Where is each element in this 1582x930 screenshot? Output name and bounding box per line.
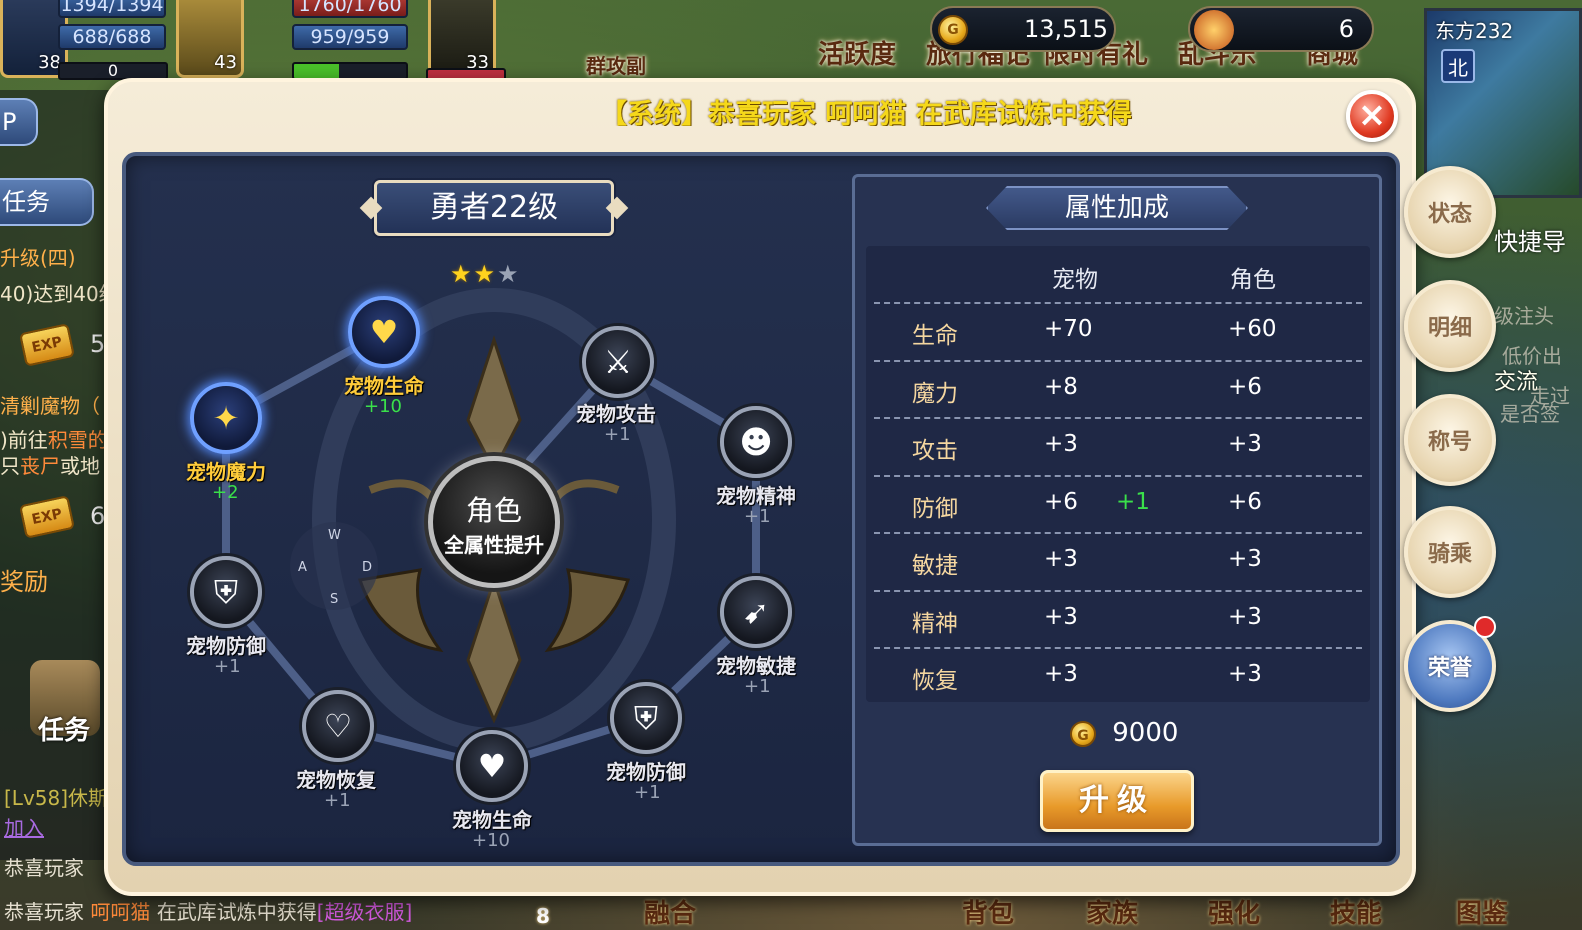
row-divider xyxy=(874,417,1362,419)
stat-role-value: +6 xyxy=(1228,374,1262,400)
stat-role-value: +60 xyxy=(1228,316,1277,342)
stat-label: 魔力 xyxy=(912,381,958,407)
node-label: 宠物防御 xyxy=(186,634,266,658)
stat-label: 敏捷 xyxy=(912,553,958,579)
center-orb-title: 角色 xyxy=(465,494,522,527)
spirit-icon: ☻ xyxy=(739,423,773,461)
center-orb-subtitle: 全属性提升 xyxy=(444,533,544,557)
joystick-s: S xyxy=(330,592,339,607)
stat-role-value: +3 xyxy=(1228,661,1262,687)
node-label: 宠物防御 xyxy=(606,760,686,784)
node-pet-defense-left[interactable]: ⛨ xyxy=(190,556,262,628)
tab-title[interactable]: 称号 xyxy=(1404,394,1496,486)
tab-label: 荣誉 xyxy=(1427,656,1472,681)
node-pet-life-top[interactable]: ♥ xyxy=(348,296,420,368)
node-pet-life-bottom[interactable]: ♥ xyxy=(456,730,528,802)
sword-icon: ⚔ xyxy=(603,343,633,381)
shield-icon: ⛨ xyxy=(633,698,658,737)
row-divider xyxy=(874,590,1362,592)
row-divider xyxy=(874,302,1362,304)
node-value: +10 xyxy=(364,396,402,417)
upgrade-cost: 9000 xyxy=(1070,718,1178,748)
stat-role-value: +3 xyxy=(1228,431,1262,457)
stat-label: 精神 xyxy=(912,611,958,637)
stat-pet-value: +3 xyxy=(1044,604,1078,630)
center-role-orb[interactable]: 角色 全属性提升 xyxy=(428,456,560,588)
stat-pet-value: +6 xyxy=(1044,489,1078,515)
node-value: +1 xyxy=(604,424,631,445)
tab-status[interactable]: 状态 xyxy=(1404,166,1496,258)
stat-pet-value: +3 xyxy=(1044,546,1078,572)
stat-pet-value: +3 xyxy=(1044,431,1078,457)
stats-col-role: 角色 xyxy=(1230,267,1276,293)
node-value: +1 xyxy=(744,506,771,527)
stat-role-value: +6 xyxy=(1228,489,1262,515)
node-label: 宠物敏捷 xyxy=(716,654,796,678)
node-pet-recovery[interactable]: ♡ xyxy=(302,690,374,762)
node-label: 宠物攻击 xyxy=(576,402,656,426)
heart-icon: ♥ xyxy=(369,313,399,351)
stat-bonus-value: +1 xyxy=(1116,489,1150,515)
gold-coin-icon xyxy=(1070,720,1096,747)
stat-label: 攻击 xyxy=(912,438,958,464)
stat-pet-value: +70 xyxy=(1044,316,1093,342)
node-label: 宠物生命 xyxy=(452,808,532,832)
upgrade-button[interactable]: 升级 xyxy=(1040,770,1194,832)
node-label: 宠物魔力 xyxy=(186,460,266,484)
node-value: +1 xyxy=(324,790,351,811)
tab-details[interactable]: 明细 xyxy=(1404,280,1496,372)
tree-level-title: 勇者22级 xyxy=(374,180,614,236)
recovery-heart-icon: ♡ xyxy=(323,707,353,745)
tab-label: 明细 xyxy=(1427,316,1472,341)
stats-col-pet: 宠物 xyxy=(1052,267,1098,293)
row-divider xyxy=(874,532,1362,534)
stat-role-value: +3 xyxy=(1228,546,1262,572)
node-value: +1 xyxy=(214,656,241,677)
star-filled-icon: ★ xyxy=(473,260,498,288)
node-value: +1 xyxy=(744,676,771,697)
stats-title: 属性加成 xyxy=(986,186,1248,230)
stat-label: 防御 xyxy=(912,496,958,522)
runner-icon: ➹ xyxy=(742,593,770,631)
node-value: +10 xyxy=(472,830,510,851)
joystick-d: D xyxy=(362,560,373,575)
node-pet-attack[interactable]: ⚔ xyxy=(582,326,654,398)
stat-pet-value: +3 xyxy=(1044,661,1078,687)
node-pet-magic[interactable]: ✦ xyxy=(190,382,262,454)
node-label: 宠物精神 xyxy=(716,484,796,508)
joystick-w: W xyxy=(328,528,341,543)
stat-pet-value: +8 xyxy=(1044,374,1078,400)
upgrade-cost-value: 9000 xyxy=(1112,718,1179,748)
heart-icon: ♥ xyxy=(477,747,507,785)
row-divider xyxy=(874,647,1362,649)
sparkle-icon: ✦ xyxy=(212,399,240,437)
node-pet-agility[interactable]: ➹ xyxy=(720,576,792,648)
node-pet-defense-right[interactable]: ⛨ xyxy=(610,682,682,754)
star-filled-icon: ★ xyxy=(450,260,474,288)
tab-label: 称号 xyxy=(1427,430,1472,455)
node-pet-spirit[interactable]: ☻ xyxy=(720,406,792,478)
stat-label: 恢复 xyxy=(912,668,958,694)
node-label: 宠物生命 xyxy=(344,374,424,398)
notification-dot xyxy=(1474,616,1496,638)
star-empty-icon: ★ xyxy=(497,260,521,288)
node-value: +2 xyxy=(212,482,239,503)
tab-label: 状态 xyxy=(1427,202,1472,227)
tab-label: 骑乘 xyxy=(1427,542,1472,567)
tree-star-rating: ★★★ xyxy=(450,260,521,288)
stat-role-value: +3 xyxy=(1228,604,1262,630)
node-value: +1 xyxy=(634,782,661,803)
node-label: 宠物恢复 xyxy=(296,768,376,792)
row-divider xyxy=(874,475,1362,477)
joystick-a: A xyxy=(298,560,307,575)
shield-icon: ⛨ xyxy=(213,572,238,611)
stat-label: 生命 xyxy=(912,323,958,349)
row-divider xyxy=(874,360,1362,362)
tab-mount[interactable]: 骑乘 xyxy=(1404,506,1496,598)
